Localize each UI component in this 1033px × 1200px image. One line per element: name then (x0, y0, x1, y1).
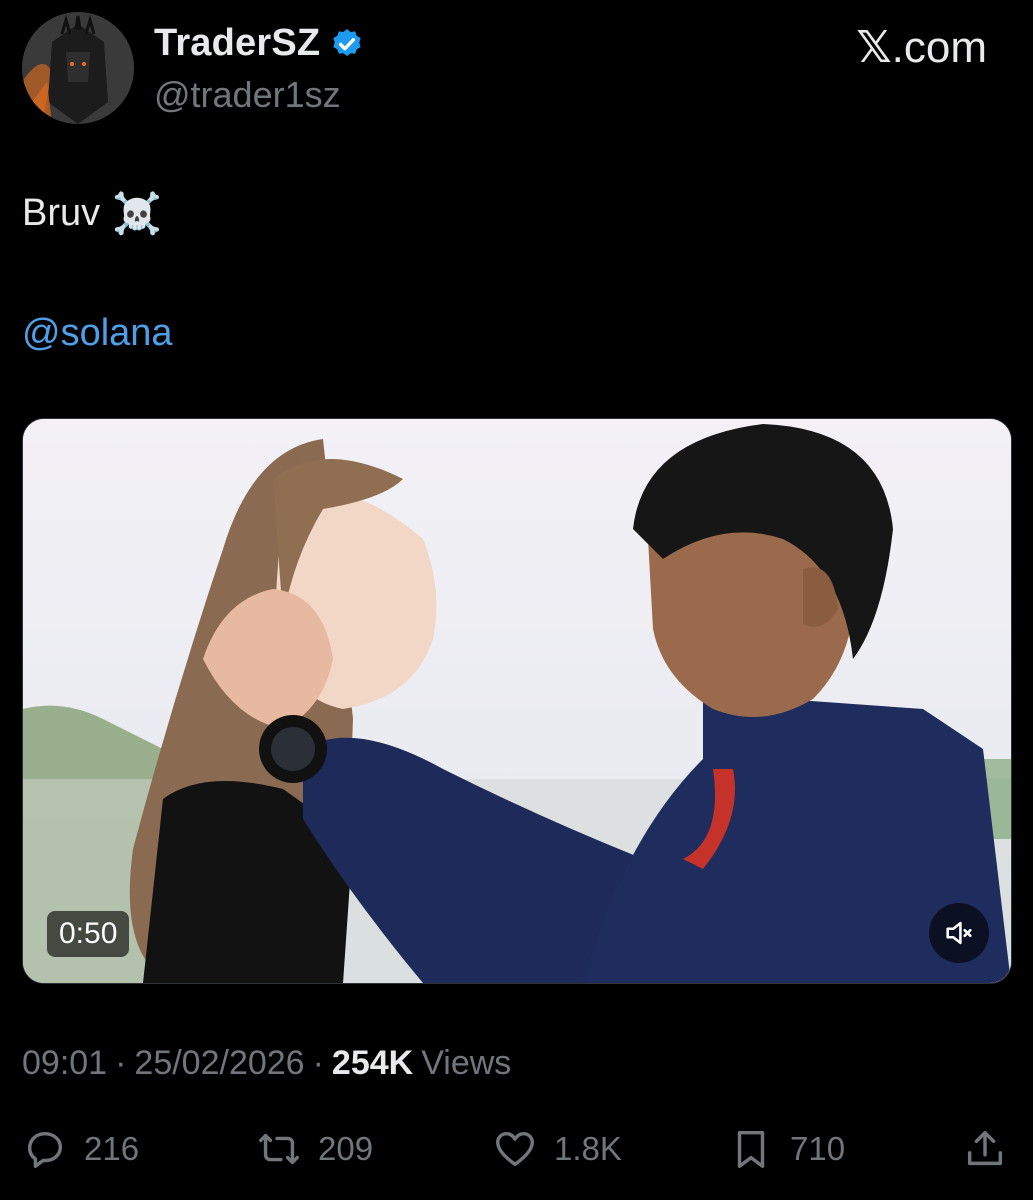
share-icon (967, 1130, 1003, 1166)
action-bar: 216 209 1.8K 710 (0, 1118, 1033, 1178)
author-name-row: TraderSZ (154, 22, 364, 65)
repost-count: 209 (318, 1130, 374, 1167)
mute-icon (946, 921, 972, 945)
tweet-date[interactable]: 25/02/2026 (134, 1044, 304, 1083)
video-player[interactable]: 0:50 (22, 418, 1012, 984)
reply-icon (27, 1131, 63, 1168)
bookmark-icon (737, 1130, 765, 1168)
like-button[interactable]: 1.8K (492, 1126, 622, 1172)
views-count: 254K (331, 1044, 414, 1082)
mention-link[interactable]: @solana (22, 312, 173, 355)
verified-badge-icon (333, 28, 361, 56)
mute-button[interactable] (929, 903, 989, 963)
views-label: Views (421, 1044, 512, 1082)
author-display-name[interactable]: TraderSZ (154, 22, 320, 65)
brand-logo: 𝕏.com (856, 22, 987, 73)
avatar-image (22, 12, 134, 124)
repost-icon (259, 1133, 299, 1165)
tweet-meta: 09:01 · 25/02/2026 · 254K Views (22, 1044, 511, 1083)
reply-count: 216 (84, 1130, 140, 1167)
tweet-time[interactable]: 09:01 (22, 1044, 107, 1083)
bookmark-button[interactable]: 710 (728, 1126, 845, 1172)
avatar[interactable] (22, 12, 134, 124)
repost-button[interactable]: 209 (256, 1126, 373, 1172)
author-handle[interactable]: @trader1sz (154, 74, 341, 116)
like-icon (496, 1131, 534, 1167)
skull-emoji: ☠️ (112, 191, 162, 237)
meta-separator: · (115, 1044, 127, 1082)
tweet-text-body: Bruv (22, 192, 101, 234)
brand-suffix: .com (891, 23, 987, 72)
like-count: 1.8K (554, 1130, 622, 1167)
reply-button[interactable]: 216 (22, 1126, 139, 1172)
share-button[interactable] (962, 1126, 1008, 1172)
video-frame (23, 419, 1011, 983)
bookmark-count: 710 (790, 1130, 846, 1167)
meta-separator: · (312, 1044, 324, 1082)
video-duration: 0:50 (47, 911, 130, 957)
x-logo-icon: 𝕏 (856, 22, 892, 73)
tweet-text: Bruv ☠️ (22, 190, 162, 237)
